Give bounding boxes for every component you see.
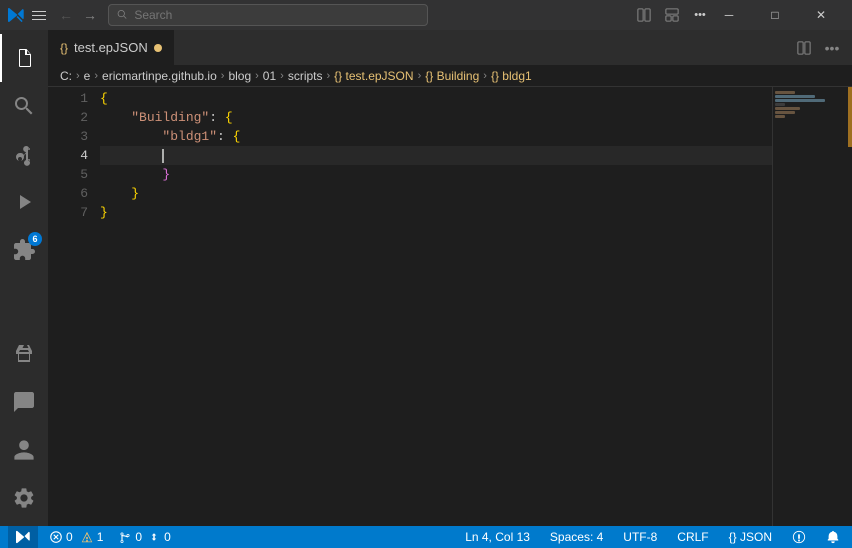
status-bar: 0 1 0 0 Ln 4, Col 13 Spaces: 4 — [0, 526, 852, 548]
split-editor-btn[interactable] — [792, 36, 816, 60]
status-vscode[interactable] — [8, 526, 38, 548]
title-bar: ← → ─ □ ✕ ••• — [0, 0, 852, 30]
language-label: {} JSON — [729, 530, 772, 544]
activity-item-explorer[interactable] — [0, 34, 48, 82]
spaces-label: Spaces: 4 — [550, 530, 603, 544]
warning-count: 1 — [97, 530, 104, 544]
line-numbers: 1 2 3 4 5 6 7 — [48, 87, 96, 526]
breadcrumb: C: › e › ericmartinpe.github.io › blog ›… — [48, 65, 852, 87]
breadcrumb-file: {} test.epJSON — [334, 69, 413, 83]
breadcrumb-bldg1: {} bldg1 — [491, 69, 532, 83]
breadcrumb-github: ericmartinpe.github.io — [102, 69, 217, 83]
code-line-6: } — [100, 184, 772, 203]
breadcrumb-building: {} Building — [425, 69, 479, 83]
code-editor[interactable]: { "Building": { "bldg1": { — [96, 87, 772, 526]
status-remote[interactable] — [788, 526, 810, 548]
encoding-label: UTF-8 — [623, 530, 657, 544]
code-line-2: "Building": { — [100, 108, 772, 127]
activity-item-source-control[interactable] — [0, 130, 48, 178]
title-bar-left: ← → — [8, 4, 428, 26]
status-right: Ln 4, Col 13 Spaces: 4 UTF-8 CRLF {} JSO… — [461, 526, 844, 548]
ln-col: Ln 4, Col 13 — [465, 530, 530, 544]
editor-area: {} test.epJSON ••• C: › e › ericmartinpe… — [48, 30, 852, 526]
code-line-4 — [100, 146, 772, 165]
branch-count: 0 — [164, 530, 171, 544]
activity-item-test[interactable] — [0, 330, 48, 378]
status-eol[interactable]: CRLF — [673, 526, 712, 548]
code-line-1: { — [100, 89, 772, 108]
status-left: 0 1 0 0 — [8, 526, 175, 548]
nav-forward[interactable]: → — [80, 5, 100, 25]
main-layout: 6 — [0, 30, 852, 526]
title-nav: ← → — [56, 5, 100, 25]
minimap-content — [773, 87, 852, 123]
tab-label: test.epJSON — [74, 40, 148, 55]
error-count: 0 — [66, 530, 73, 544]
split-editor[interactable] — [632, 5, 656, 25]
activity-bottom — [0, 330, 48, 522]
tab-test-epjson[interactable]: {} test.epJSON — [48, 30, 174, 65]
sync-count: 0 — [135, 530, 142, 544]
activity-item-search[interactable] — [0, 82, 48, 130]
tab-icon: {} — [60, 41, 68, 55]
code-line-7: } — [100, 203, 772, 222]
minimap — [772, 87, 852, 526]
hamburger-menu[interactable] — [32, 7, 48, 23]
minimap-highlight — [848, 87, 852, 147]
breadcrumb-scripts: scripts — [288, 69, 323, 83]
layout-icon[interactable] — [660, 5, 684, 25]
activity-bar: 6 — [0, 30, 48, 526]
search-bar[interactable] — [108, 4, 428, 26]
close-button[interactable]: ✕ — [798, 0, 844, 30]
nav-back[interactable]: ← — [56, 5, 76, 25]
breadcrumb-01: 01 — [263, 69, 276, 83]
extensions-badge: 6 — [28, 232, 42, 246]
status-errors[interactable]: 0 1 — [46, 526, 107, 548]
breadcrumb-c: C: — [60, 69, 72, 83]
activity-item-settings[interactable] — [0, 474, 48, 522]
activity-item-extensions[interactable]: 6 — [0, 226, 48, 274]
eol-label: CRLF — [677, 530, 708, 544]
search-input[interactable] — [134, 8, 419, 22]
breadcrumb-e: e — [84, 69, 91, 83]
status-language[interactable]: {} JSON — [725, 526, 776, 548]
code-line-5: } — [100, 165, 772, 184]
maximize-button[interactable]: □ — [752, 0, 798, 30]
code-line-3: "bldg1": { — [100, 127, 772, 146]
status-branch[interactable]: 0 0 — [115, 526, 174, 548]
window-controls: ─ □ ✕ — [706, 0, 844, 30]
tab-bar: {} test.epJSON ••• — [48, 30, 852, 65]
breadcrumb-blog: blog — [228, 69, 251, 83]
more-tab-actions[interactable]: ••• — [820, 36, 844, 60]
title-bar-actions: ••• — [632, 5, 712, 25]
editor-content[interactable]: 1 2 3 4 5 6 7 { "Building": { — [48, 87, 852, 526]
status-bell[interactable] — [822, 526, 844, 548]
status-encoding[interactable]: UTF-8 — [619, 526, 661, 548]
tab-modified-dot — [154, 44, 162, 52]
vscode-logo — [8, 7, 24, 23]
activity-item-chat[interactable] — [0, 378, 48, 426]
minimize-button[interactable]: ─ — [706, 0, 752, 30]
status-position[interactable]: Ln 4, Col 13 — [461, 526, 534, 548]
activity-item-account[interactable] — [0, 426, 48, 474]
status-spaces[interactable]: Spaces: 4 — [546, 526, 607, 548]
more-actions[interactable]: ••• — [688, 5, 712, 25]
activity-item-run[interactable] — [0, 178, 48, 226]
tab-actions: ••• — [792, 30, 852, 65]
